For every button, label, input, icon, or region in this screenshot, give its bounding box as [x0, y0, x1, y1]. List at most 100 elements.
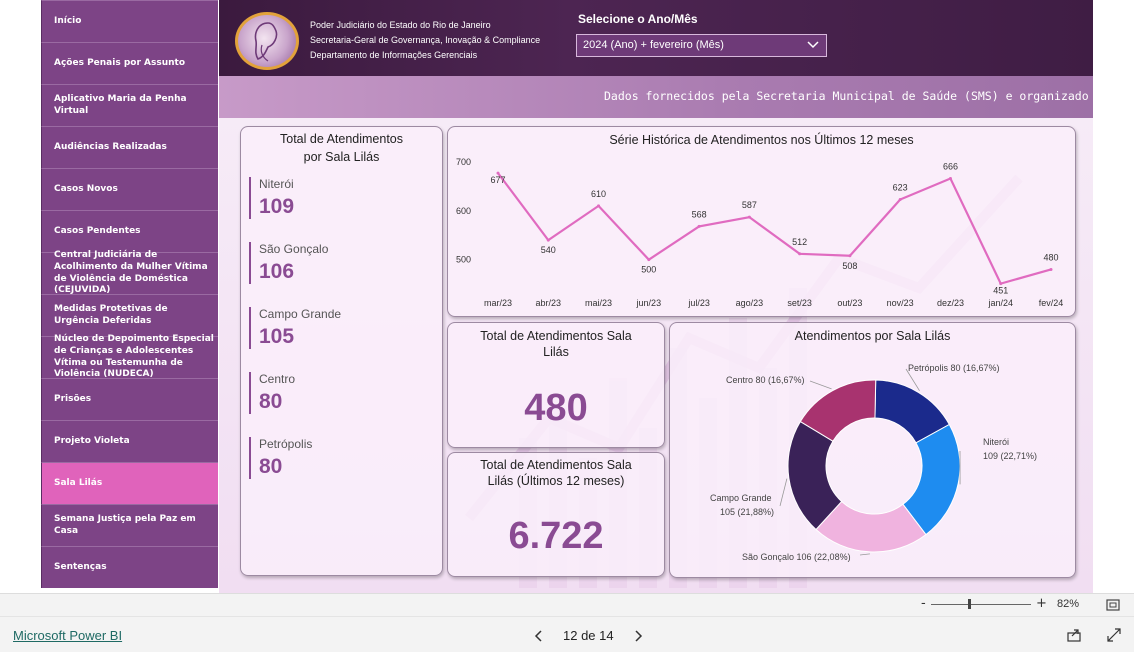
nav-item-casos-novos[interactable]: Casos Novos	[41, 168, 218, 210]
sidebar-nav: Início Ações Penais por Assunto Aplicati…	[41, 0, 219, 593]
nav-item-semana-justica[interactable]: Semana Justiça pela Paz em Casa	[41, 504, 218, 546]
room-row-sao-goncalo: São Gonçalo 106	[249, 242, 399, 284]
line-point	[747, 215, 751, 219]
y-tick-label: 500	[456, 255, 471, 265]
room-row-niteroi: Niterói 109	[249, 177, 399, 219]
line-point	[798, 252, 802, 256]
org-line-2: Secretaria-Geral de Governança, Inovação…	[310, 35, 541, 45]
room-name: Petrópolis	[259, 437, 313, 451]
nav-item-cejuvida[interactable]: Central Judiciária de Acolhimento da Mul…	[41, 250, 218, 295]
chevron-right-icon[interactable]	[630, 628, 646, 644]
kpi-12m-title-1: Total de Atendimentos Sala	[480, 458, 632, 472]
donut-chart: Petrópolis 80 (16,67%) Niterói 109 (22,71%…	[710, 363, 1037, 562]
share-icon[interactable]	[1066, 627, 1082, 643]
woman-profile-icon	[254, 22, 278, 62]
data-label: 508	[842, 261, 857, 271]
fullscreen-icon[interactable]	[1106, 627, 1122, 643]
org-line-3: Departamento de Informações Gerenciais	[310, 50, 478, 60]
room-name: Niterói	[259, 177, 294, 191]
zoom-slider-thumb[interactable]	[968, 599, 971, 609]
nav-item-nudeca[interactable]: Núcleo de Depoimento Especial de Criança…	[41, 334, 218, 379]
slice-label: 109 (22,71%)	[983, 451, 1037, 461]
totals-by-room-card: Total de Atendimentos por Sala Lilás Nit…	[240, 126, 443, 576]
line-chart: 700 600 500 677 mar/23 540 abr/23 610 mai/23 500 j…	[456, 157, 1064, 308]
kpi-12m-title-2: Lilás (Últimos 12 meses)	[487, 474, 625, 488]
line-point	[697, 224, 701, 228]
footer-bar: Microsoft Power BI 12 de 14	[0, 616, 1134, 652]
x-tick-label: mai/23	[585, 298, 612, 308]
nav-item-prisoes[interactable]: Prisões	[41, 378, 218, 420]
x-tick-label: fev/24	[1039, 298, 1064, 308]
info-ticker: Dados fornecidos pela Secretaria Municip…	[219, 76, 1093, 118]
donut-chart-card: Atendimentos por Sala Lilás Petrópolis 8…	[669, 322, 1076, 578]
data-label: 677	[490, 175, 505, 185]
chevron-left-icon[interactable]	[531, 628, 547, 644]
slice-label: São Gonçalo 106 (22,08%)	[742, 552, 851, 562]
data-label: 666	[943, 162, 958, 172]
x-tick-label: ago/23	[736, 298, 764, 308]
room-name: Centro	[259, 372, 296, 386]
room-row-petropolis: Petrópolis 80	[249, 437, 399, 479]
nav-item-casos-pendentes[interactable]: Casos Pendentes	[41, 210, 218, 252]
nav-item-sala-lilas[interactable]: Sala Lilás	[41, 462, 218, 504]
nav-item-audiencias[interactable]: Audiências Realizadas	[41, 126, 218, 168]
nav-item-medidas-protetivas[interactable]: Medidas Protetivas de Urgência Deferidas	[41, 294, 218, 336]
line-point	[597, 204, 601, 208]
line-point	[1049, 267, 1053, 271]
x-tick-label: jun/23	[636, 298, 662, 308]
room-name: Campo Grande	[259, 307, 342, 321]
room-row-campo-grande: Campo Grande 105	[249, 307, 399, 349]
line-point	[546, 238, 550, 242]
x-tick-label: nov/23	[887, 298, 914, 308]
data-label: 540	[541, 245, 556, 255]
x-tick-label: abr/23	[536, 298, 562, 308]
room-value: 80	[259, 390, 283, 413]
line-point	[647, 258, 651, 262]
ticker-text: Dados fornecidos pela Secretaria Municip…	[604, 89, 1089, 103]
data-label: 587	[742, 200, 757, 210]
x-tick-label: set/23	[787, 298, 812, 308]
chevron-down-icon	[807, 41, 819, 49]
court-logo	[235, 12, 299, 70]
zoom-out-button[interactable]: -	[921, 596, 926, 611]
room-row-centro: Centro 80	[249, 372, 399, 414]
line-point	[848, 254, 852, 258]
kpi-total-title-1: Total de Atendimentos Sala	[480, 329, 632, 343]
zoom-slider[interactable]	[931, 604, 1031, 605]
data-label: 480	[1043, 252, 1058, 262]
zoom-level: 82%	[1057, 598, 1080, 610]
zoom-in-button[interactable]: +	[1036, 596, 1047, 611]
period-select-value: 2024 (Ano) + fevereiro (Mês)	[583, 39, 724, 51]
nav-item-aplicativo-maria-da-penha[interactable]: Aplicativo Maria da Penha Virtual	[41, 84, 218, 126]
line-point	[898, 198, 902, 202]
power-bi-link[interactable]: Microsoft Power BI	[13, 628, 122, 643]
room-name: São Gonçalo	[259, 242, 329, 256]
y-tick-label: 700	[456, 157, 471, 167]
nav-item-acoes-penais[interactable]: Ações Penais por Assunto	[41, 42, 218, 84]
totals-by-room-title-2: por Sala Lilás	[303, 150, 380, 164]
room-value: 109	[259, 195, 295, 218]
series-line	[497, 172, 1052, 285]
slice-label: Campo Grande	[710, 493, 772, 503]
nav-item-sentencas[interactable]: Sentenças	[41, 546, 218, 588]
fit-to-page-icon[interactable]	[1105, 597, 1121, 613]
history-line-chart-card: Série Histórica de Atendimentos nos Últi…	[447, 126, 1076, 317]
x-tick-label: jul/23	[687, 298, 710, 308]
slice-label: Petrópolis 80 (16,67%)	[908, 363, 1000, 373]
data-label: 451	[993, 286, 1008, 296]
totals-by-room-title-1: Total de Atendimentos	[280, 132, 403, 146]
page-indicator: 12 de 14	[563, 628, 614, 643]
line-point	[948, 177, 952, 181]
data-label: 623	[893, 183, 908, 193]
nav-item-inicio[interactable]: Início	[41, 0, 218, 42]
room-value: 106	[259, 260, 295, 283]
kpi-total-card: Total de Atendimentos Sala Lilás 480	[447, 322, 665, 448]
data-label: 610	[591, 189, 606, 199]
x-tick-label: dez/23	[937, 298, 964, 308]
slice-label: Niterói	[983, 437, 1009, 447]
nav-item-projeto-violeta[interactable]: Projeto Violeta	[41, 420, 218, 462]
period-select[interactable]: 2024 (Ano) + fevereiro (Mês)	[576, 34, 827, 57]
data-label: 512	[792, 237, 807, 247]
leader-line	[779, 478, 788, 507]
data-label: 500	[641, 265, 656, 275]
